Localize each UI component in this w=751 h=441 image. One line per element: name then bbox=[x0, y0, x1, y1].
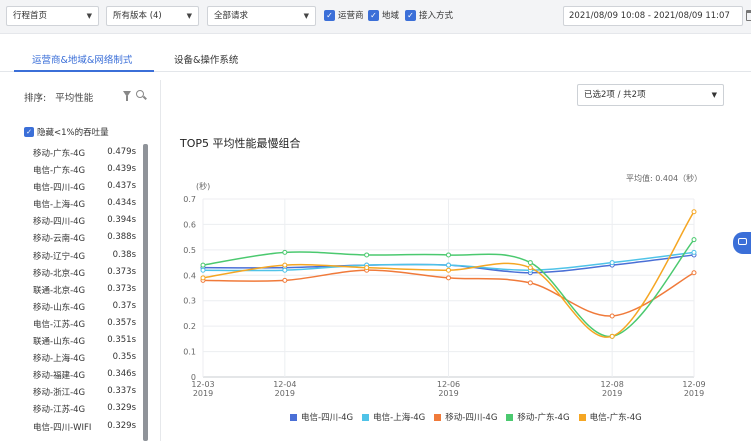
x-tick-label: 12-09 bbox=[682, 380, 705, 389]
x-tick-year-label: 2019 bbox=[602, 389, 622, 398]
data-point bbox=[446, 267, 451, 273]
data-point bbox=[527, 265, 533, 271]
x-tick-year-label: 2019 bbox=[275, 389, 295, 398]
y-tick-label: 0.3 bbox=[183, 297, 196, 306]
data-point bbox=[609, 313, 615, 319]
line-chart: 00.10.20.30.40.50.60.712-03201912-042019… bbox=[183, 195, 705, 398]
data-point bbox=[364, 252, 370, 258]
legend-swatch bbox=[290, 413, 297, 421]
legend-label: 电信-上海-4G bbox=[373, 413, 426, 423]
data-point bbox=[691, 270, 697, 276]
data-point bbox=[282, 267, 288, 273]
legend-item[interactable]: 电信-广东-4G bbox=[578, 411, 642, 423]
data-point bbox=[527, 280, 533, 286]
data-point bbox=[446, 275, 451, 281]
y-tick-label: 0.4 bbox=[183, 271, 196, 280]
y-tick-label: 0.7 bbox=[183, 195, 196, 204]
x-tick-label: 12-08 bbox=[601, 380, 624, 389]
x-tick-year-label: 2019 bbox=[193, 389, 213, 398]
data-point bbox=[282, 249, 288, 255]
data-point bbox=[364, 265, 370, 271]
legend-item[interactable]: 电信-四川-4G bbox=[290, 411, 353, 423]
data-point bbox=[691, 209, 697, 215]
legend-swatch bbox=[434, 413, 442, 421]
data-point bbox=[200, 267, 206, 273]
chart-legend: 电信-四川-4G 电信-上海-4G 移动-四川-4G 移动-广东-4G 电信-广东-4G bbox=[290, 411, 651, 423]
data-point bbox=[446, 252, 451, 258]
legend-label: 移动-四川-4G bbox=[445, 413, 498, 423]
legend-label: 电信-四川-4G bbox=[301, 413, 354, 423]
feedback-button[interactable] bbox=[733, 232, 751, 254]
data-point bbox=[200, 262, 206, 268]
data-point bbox=[691, 249, 697, 255]
data-point bbox=[446, 262, 451, 268]
legend-item[interactable]: 移动-广东-4G bbox=[506, 411, 570, 423]
legend-item[interactable]: 电信-上海-4G bbox=[362, 411, 425, 423]
data-point bbox=[527, 260, 533, 266]
data-point bbox=[200, 275, 206, 281]
y-tick-label: 0.5 bbox=[183, 246, 196, 255]
legend-swatch bbox=[362, 413, 370, 421]
y-tick-label: 0.6 bbox=[183, 220, 196, 229]
data-point bbox=[691, 237, 697, 243]
legend-item[interactable]: 移动-四川-4G bbox=[434, 411, 497, 423]
x-tick-year-label: 2019 bbox=[684, 389, 704, 398]
legend-swatch bbox=[578, 413, 586, 421]
legend-swatch bbox=[506, 413, 514, 421]
x-tick-label: 12-03 bbox=[191, 380, 214, 389]
feedback-icon bbox=[738, 238, 747, 245]
legend-label: 电信-广东-4G bbox=[589, 413, 642, 423]
x-tick-label: 12-06 bbox=[437, 380, 460, 389]
legend-label: 移动-广东-4G bbox=[517, 413, 570, 423]
y-tick-label: 0.1 bbox=[183, 348, 196, 357]
data-point bbox=[282, 262, 288, 268]
y-tick-label: 0.2 bbox=[183, 322, 196, 331]
x-tick-label: 12-04 bbox=[273, 380, 296, 389]
data-point bbox=[609, 333, 615, 339]
x-tick-year-label: 2019 bbox=[438, 389, 458, 398]
data-point bbox=[282, 277, 288, 283]
data-point bbox=[609, 260, 615, 266]
